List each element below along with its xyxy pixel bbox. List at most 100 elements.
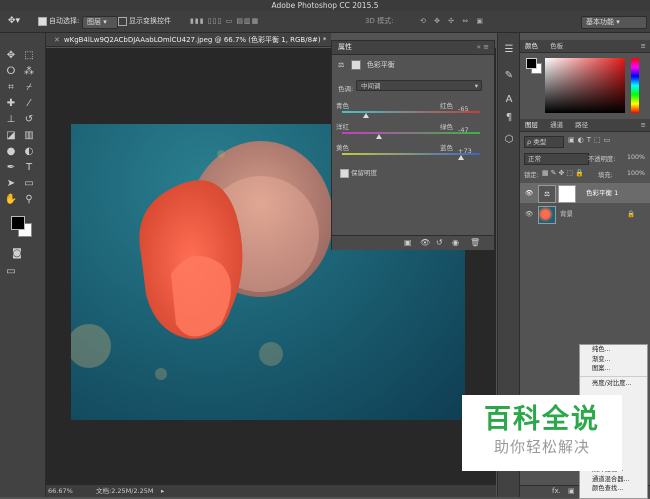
panel-menu-icon[interactable]: ≡ <box>636 40 650 52</box>
opacity-value[interactable]: 100% <box>627 154 645 161</box>
adjustment-layer-icon: ⚖ <box>538 185 556 203</box>
show-transform-checkbox[interactable]: 显示变换控件 <box>118 16 171 27</box>
tab-swatches[interactable]: 色板 <box>545 42 568 50</box>
eraser-icon[interactable]: ◪ <box>4 129 18 143</box>
menu-item-channel-mixer[interactable]: 通道混合器... <box>580 475 647 485</box>
document-tab[interactable]: ✕ wKgB4lLw9Q2ACbDJAAabLOmlCU427.jpeg @ 66… <box>46 33 331 47</box>
brush-icon[interactable]: ⁄ <box>22 97 36 111</box>
auto-select-label: 自动选择: <box>49 17 80 25</box>
lock-icon: 🔒 <box>627 210 636 218</box>
dodge-icon[interactable]: ◐ <box>22 145 36 159</box>
move-tool-icon[interactable]: ✥▾ <box>8 16 20 27</box>
align-icons[interactable]: ▮▮▮ ▯▯▯ ▭ ▤▥▦ <box>190 16 259 27</box>
hand-icon[interactable]: ✋ <box>4 193 18 207</box>
marquee-icon[interactable]: ⬚ <box>22 49 36 63</box>
foreground-color-swatch[interactable] <box>11 216 25 230</box>
slider-thumb-2[interactable] <box>375 134 382 139</box>
layer-mask-thumbnail[interactable] <box>558 185 576 203</box>
watermark-title: 百科全说 <box>484 404 600 435</box>
clip-to-layer-icon[interactable]: ▣ <box>404 238 412 247</box>
fill-value[interactable]: 100% <box>627 170 645 177</box>
blur-icon[interactable]: ● <box>4 145 18 159</box>
layer-name[interactable]: 背景 <box>560 204 573 224</box>
blend-mode-dropdown[interactable]: 正常 <box>524 153 589 165</box>
close-icon[interactable]: ✕ <box>54 36 60 44</box>
add-mask-icon[interactable]: ▣ <box>568 487 575 495</box>
title-bar: Adobe Photoshop CC 2015.5 <box>0 0 650 11</box>
path-selection-icon[interactable]: ➤ <box>4 177 18 191</box>
view-previous-icon[interactable]: 👁 <box>420 238 430 247</box>
menu-item-brightness-contrast[interactable]: 亮度/对比度... <box>580 379 647 389</box>
history-brush-icon[interactable]: ↺ <box>22 113 36 127</box>
screen-mode-icon[interactable]: ▭ <box>4 265 18 279</box>
history-icon[interactable]: ☰ <box>502 43 516 57</box>
healing-brush-icon[interactable]: ✚ <box>4 97 18 111</box>
layer-row-color-balance[interactable]: 👁 ⚖ 色彩平衡 1 <box>520 183 650 203</box>
workspace-dropdown[interactable]: 基本功能 ▾ <box>581 16 647 29</box>
zoom-icon[interactable]: ⚲ <box>22 193 36 207</box>
foreground-color-chip[interactable] <box>526 58 537 69</box>
visibility-icon[interactable]: ◉ <box>452 238 459 247</box>
magenta-green-slider[interactable] <box>342 132 480 134</box>
mode-3d-label: 3D 模式: <box>365 17 394 25</box>
menu-item-gradient[interactable]: 渐变... <box>580 355 647 365</box>
character-icon[interactable]: A <box>502 93 516 107</box>
menu-separator <box>580 375 647 377</box>
slider-right-label-2: 绿色 <box>440 123 453 131</box>
layers-panel-tabs: 图层 通道 路径 ≡ <box>520 119 650 132</box>
preserve-label: 保留明度 <box>351 169 377 177</box>
doc-size: 文档:2.25M/2.25M <box>96 487 154 495</box>
tab-color[interactable]: 颜色 <box>520 42 543 50</box>
3d-cube-icon[interactable]: ⬡ <box>502 133 516 147</box>
brush-presets-icon[interactable]: ✎ <box>502 69 516 83</box>
status-bar: 66.67% 文档:2.25M/2.25M ▸ <box>46 485 496 497</box>
app-title: Adobe Photoshop CC 2015.5 <box>271 1 379 10</box>
properties-header[interactable]: 属性 » ≡ <box>332 41 494 55</box>
color-field[interactable] <box>545 58 625 113</box>
layer-filter-icons[interactable]: ▣◐T⬚▭ <box>568 136 613 144</box>
tab-paths[interactable]: 路径 <box>570 121 593 129</box>
mask-icon[interactable] <box>350 60 361 70</box>
pen-icon[interactable]: ✒ <box>4 161 18 175</box>
menu-item-pattern[interactable]: 图案... <box>580 364 647 374</box>
slider-thumb-3[interactable] <box>458 155 465 160</box>
auto-select-value: 图层 <box>87 18 101 26</box>
type-icon[interactable]: T <box>22 161 36 175</box>
layers-menu-icon[interactable]: ≡ <box>636 119 650 131</box>
quick-mask-icon[interactable]: ◙ <box>10 247 24 261</box>
lasso-icon[interactable]: ⵔ <box>4 65 18 79</box>
auto-select-dropdown[interactable]: 图层 ▾ <box>82 16 118 29</box>
zoom-level[interactable]: 66.67% <box>48 485 73 497</box>
reset-icon[interactable]: ↺ <box>436 238 443 247</box>
tone-dropdown[interactable]: 中间调 ▾ <box>356 80 482 91</box>
tone-label: 色调: <box>338 85 354 93</box>
lock-icons[interactable]: ▦✎✥⬚🔒 <box>542 169 586 177</box>
preserve-luminosity-checkbox[interactable]: 保留明度 <box>340 167 377 178</box>
tab-channels[interactable]: 通道 <box>545 121 568 129</box>
clone-stamp-icon[interactable]: ⊥ <box>4 113 18 127</box>
move-icon[interactable]: ✥ <box>4 49 18 63</box>
watermark-overlay: 百科全说 助你轻松解决 <box>462 395 622 471</box>
paragraph-icon[interactable]: ¶ <box>502 111 516 125</box>
layer-name[interactable]: 色彩平衡 1 <box>586 183 618 203</box>
layer-filter-dropdown[interactable]: ρ 类型 <box>524 136 564 148</box>
eyedropper-icon[interactable]: ⌿ <box>22 81 36 95</box>
status-arrow-icon[interactable]: ▸ <box>161 485 164 497</box>
tab-layers[interactable]: 图层 <box>520 121 543 129</box>
menu-item-color-lookup[interactable]: 颜色查找... <box>580 484 647 494</box>
crop-icon[interactable]: ⌗ <box>4 81 18 95</box>
rectangle-icon[interactable]: ▭ <box>22 177 36 191</box>
hue-slider[interactable] <box>631 58 639 113</box>
gradient-icon[interactable]: ▥ <box>22 129 36 143</box>
magic-wand-icon[interactable]: ⁂ <box>22 65 36 79</box>
auto-select-checkbox[interactable]: 自动选择: <box>38 16 79 27</box>
3d-mode-icons[interactable]: ⟲ ✥ ✣ ⇔ ▣ <box>420 16 486 27</box>
eye-icon[interactable]: 👁 <box>525 183 533 203</box>
eye-icon[interactable]: 👁 <box>525 204 533 224</box>
trash-icon[interactable]: 🗑 <box>470 238 480 247</box>
slider-thumb-1[interactable] <box>363 113 370 118</box>
menu-item-solid-color[interactable]: 纯色... <box>580 345 647 355</box>
panel-collapse-icon[interactable]: » ≡ <box>477 41 489 54</box>
layer-row-background[interactable]: 👁 背景 🔒 <box>520 204 650 224</box>
fx-icon[interactable]: fx. <box>552 487 561 495</box>
